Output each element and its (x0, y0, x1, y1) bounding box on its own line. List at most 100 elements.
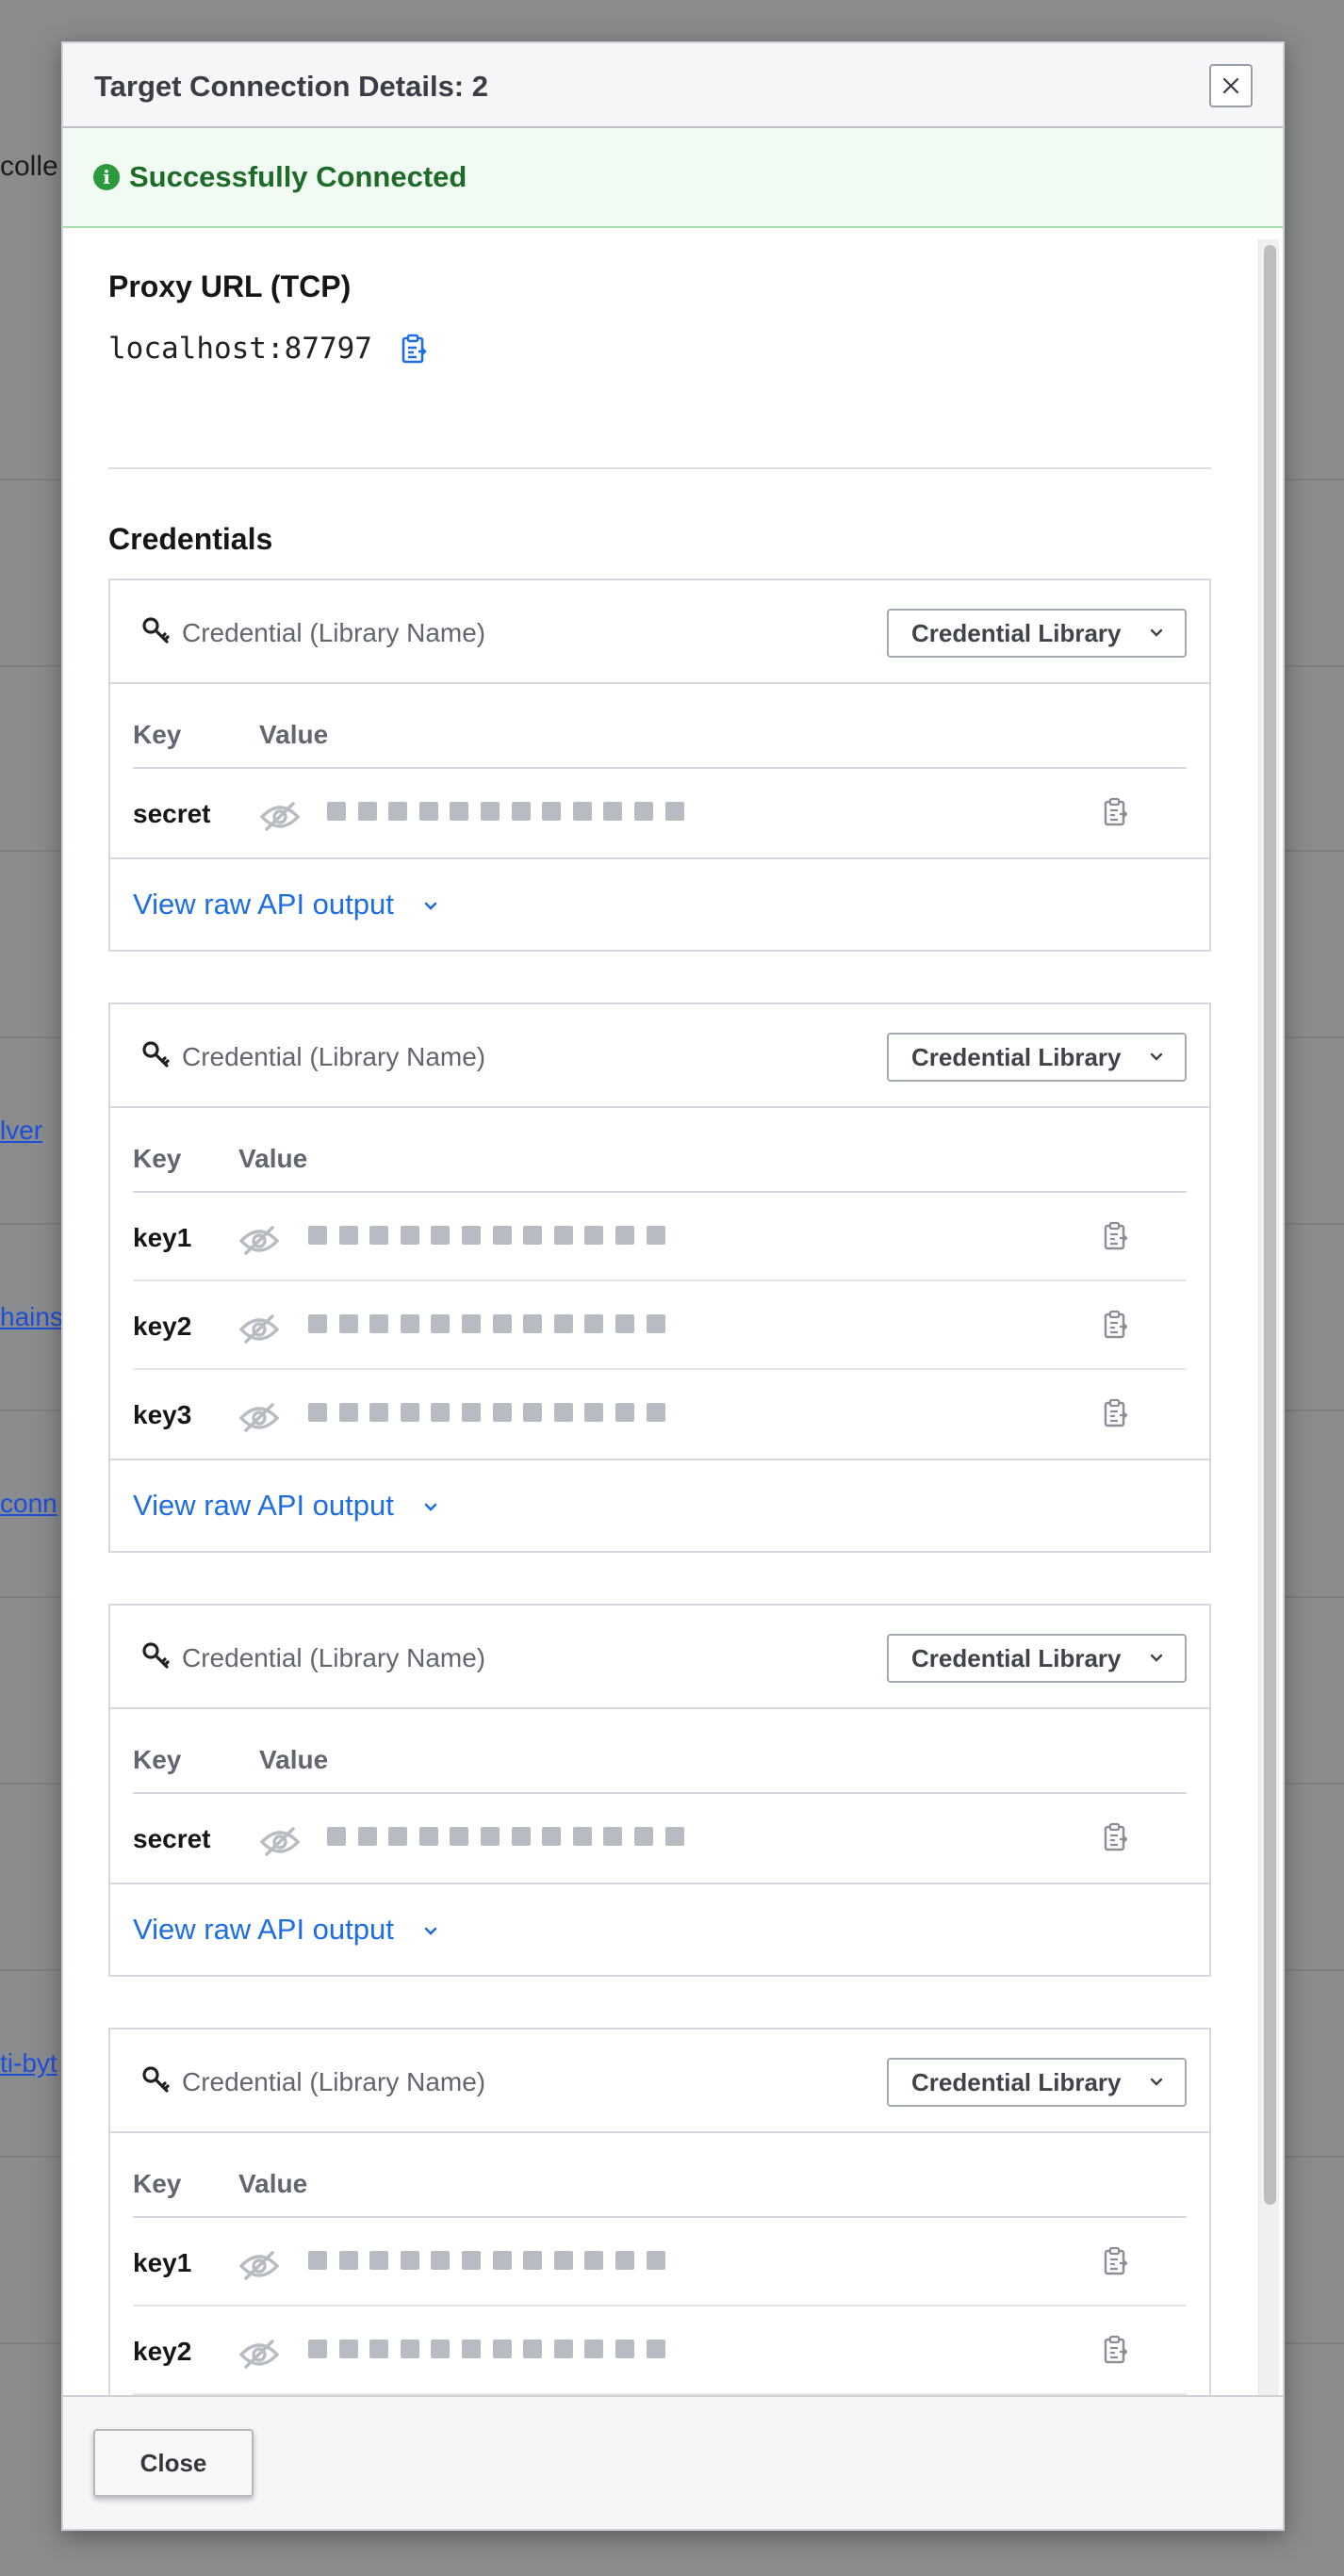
mask-dot (327, 802, 346, 821)
mask-dot (369, 1403, 389, 1422)
mask-dot (431, 1226, 451, 1245)
background-link[interactable]: conn (0, 1489, 57, 1519)
mask-dot (523, 1403, 543, 1422)
credential-table: Key Value secret (133, 1709, 1187, 1883)
chevron-down-icon[interactable] (423, 1502, 438, 1513)
eye-slash-icon[interactable] (238, 1400, 280, 1434)
copy-icon[interactable] (1104, 1822, 1130, 1852)
mask-dot (308, 1403, 327, 1422)
credential-type-label: Credential Library (911, 2067, 1122, 2096)
mask-dot (481, 802, 500, 821)
success-alert: i Successfully Connected (63, 128, 1283, 228)
credential-key: key1 (133, 2248, 192, 2277)
close-button[interactable]: Close (93, 2429, 254, 2497)
credential-type-label: Credential Library (911, 1643, 1122, 1672)
mask-dot (388, 1827, 408, 1846)
view-raw-api-output-link[interactable]: View raw API output (133, 1913, 394, 1947)
section-divider (108, 467, 1211, 469)
mask-dot (462, 1314, 481, 1333)
mask-dot (511, 802, 531, 821)
modal-body[interactable]: Proxy URL (TCP) localhost:87797 Credenti… (63, 228, 1283, 2399)
mask-dot (388, 802, 408, 821)
eye-slash-icon[interactable] (259, 799, 301, 833)
mask-dot (450, 802, 469, 821)
credential-card-header: Credential (Library Name) Credential Libr… (110, 2030, 1209, 2133)
mask-dot (492, 1314, 512, 1333)
scrollbar[interactable] (1258, 239, 1279, 2395)
mask-dot (553, 1403, 573, 1422)
copy-icon[interactable] (1104, 1398, 1130, 1428)
copy-icon[interactable] (1104, 2335, 1130, 2365)
mask-dot (615, 1226, 634, 1245)
mask-dot (553, 1314, 573, 1333)
mask-dot (646, 2251, 665, 2270)
mask-dot (338, 1226, 358, 1245)
credential-card-header: Credential (Library Name) Credential Libr… (110, 1004, 1209, 1108)
close-icon-button[interactable] (1209, 64, 1253, 107)
mask-dot (572, 1827, 592, 1846)
mask-dot (492, 2340, 512, 2358)
mask-dot (338, 1403, 358, 1422)
credential-type-dropdown[interactable]: Credential Library (887, 1033, 1187, 1082)
background-partial-text: colle (0, 151, 58, 182)
copy-icon[interactable] (401, 334, 429, 366)
eye-slash-icon[interactable] (238, 2248, 280, 2282)
credential-type-dropdown[interactable]: Credential Library (887, 2058, 1187, 2107)
proxy-url: localhost:87797 (108, 332, 372, 366)
credential-type-dropdown[interactable]: Credential Library (887, 1634, 1187, 1683)
key-column-header: Key (133, 720, 182, 749)
mask-dot (400, 1403, 419, 1422)
background-link[interactable]: lver (0, 1116, 42, 1146)
credential-name: Credential (Library Name) (182, 618, 486, 647)
view-raw-api-output-link[interactable]: View raw API output (133, 888, 394, 921)
mask-dot (492, 2251, 512, 2270)
copy-icon[interactable] (1104, 1221, 1130, 1251)
chevron-down-icon[interactable] (423, 1926, 438, 1937)
info-icon: i (93, 164, 120, 190)
eye-slash-icon[interactable] (238, 1223, 280, 1257)
mask-dot (634, 1827, 653, 1846)
eye-slash-icon[interactable] (238, 1312, 280, 1345)
mask-dot (400, 2251, 419, 2270)
copy-icon[interactable] (1104, 2246, 1130, 2276)
copy-icon[interactable] (1104, 1310, 1130, 1340)
table-row: secret (133, 769, 1187, 857)
eye-slash-icon[interactable] (259, 1824, 301, 1858)
mask-dot (338, 1314, 358, 1333)
mask-dot (646, 1403, 665, 1422)
credential-card-header: Credential (Library Name) Credential Libr… (110, 580, 1209, 684)
credential-type-label: Credential Library (911, 1042, 1122, 1071)
chevron-down-icon[interactable] (423, 901, 438, 912)
mask-dot (646, 1314, 665, 1333)
mask-dot (584, 2340, 604, 2358)
background-link[interactable]: hains (0, 1302, 63, 1332)
table-header: Key Value (133, 1709, 1187, 1794)
mask-dot (462, 2251, 481, 2270)
table-row: key1 (133, 1193, 1187, 1281)
close-icon (1222, 77, 1239, 94)
mask-dot (615, 2340, 634, 2358)
scrollbar-thumb[interactable] (1264, 245, 1276, 2205)
table-row: key2 (133, 1281, 1187, 1370)
mask-dot (664, 1827, 684, 1846)
key-icon (142, 1642, 170, 1669)
copy-icon[interactable] (1104, 797, 1130, 827)
mask-dot (431, 1403, 451, 1422)
credential-type-dropdown[interactable]: Credential Library (887, 609, 1187, 658)
credential-key: secret (133, 1824, 211, 1853)
credential-key: secret (133, 799, 211, 828)
modal-title: Target Connection Details: 2 (94, 70, 488, 103)
credential-card-header: Credential (Library Name) Credential Libr… (110, 1606, 1209, 1709)
credential-name: Credential (Library Name) (182, 1042, 486, 1071)
mask-dot (431, 2251, 451, 2270)
background-link[interactable]: ti-byt (0, 2048, 57, 2079)
mask-dot (308, 2340, 327, 2358)
credential-table: KeyValuekey1key2key3 (133, 2133, 1187, 2399)
view-raw-api-output-link[interactable]: View raw API output (133, 1489, 394, 1523)
mask-dot (462, 1403, 481, 1422)
credential-card: Credential (Library Name) Credential Libr… (108, 1604, 1211, 1977)
mask-dot (664, 802, 684, 821)
mask-dot (615, 1403, 634, 1422)
eye-slash-icon[interactable] (238, 2337, 280, 2371)
credentials-heading: Credentials (108, 522, 273, 556)
